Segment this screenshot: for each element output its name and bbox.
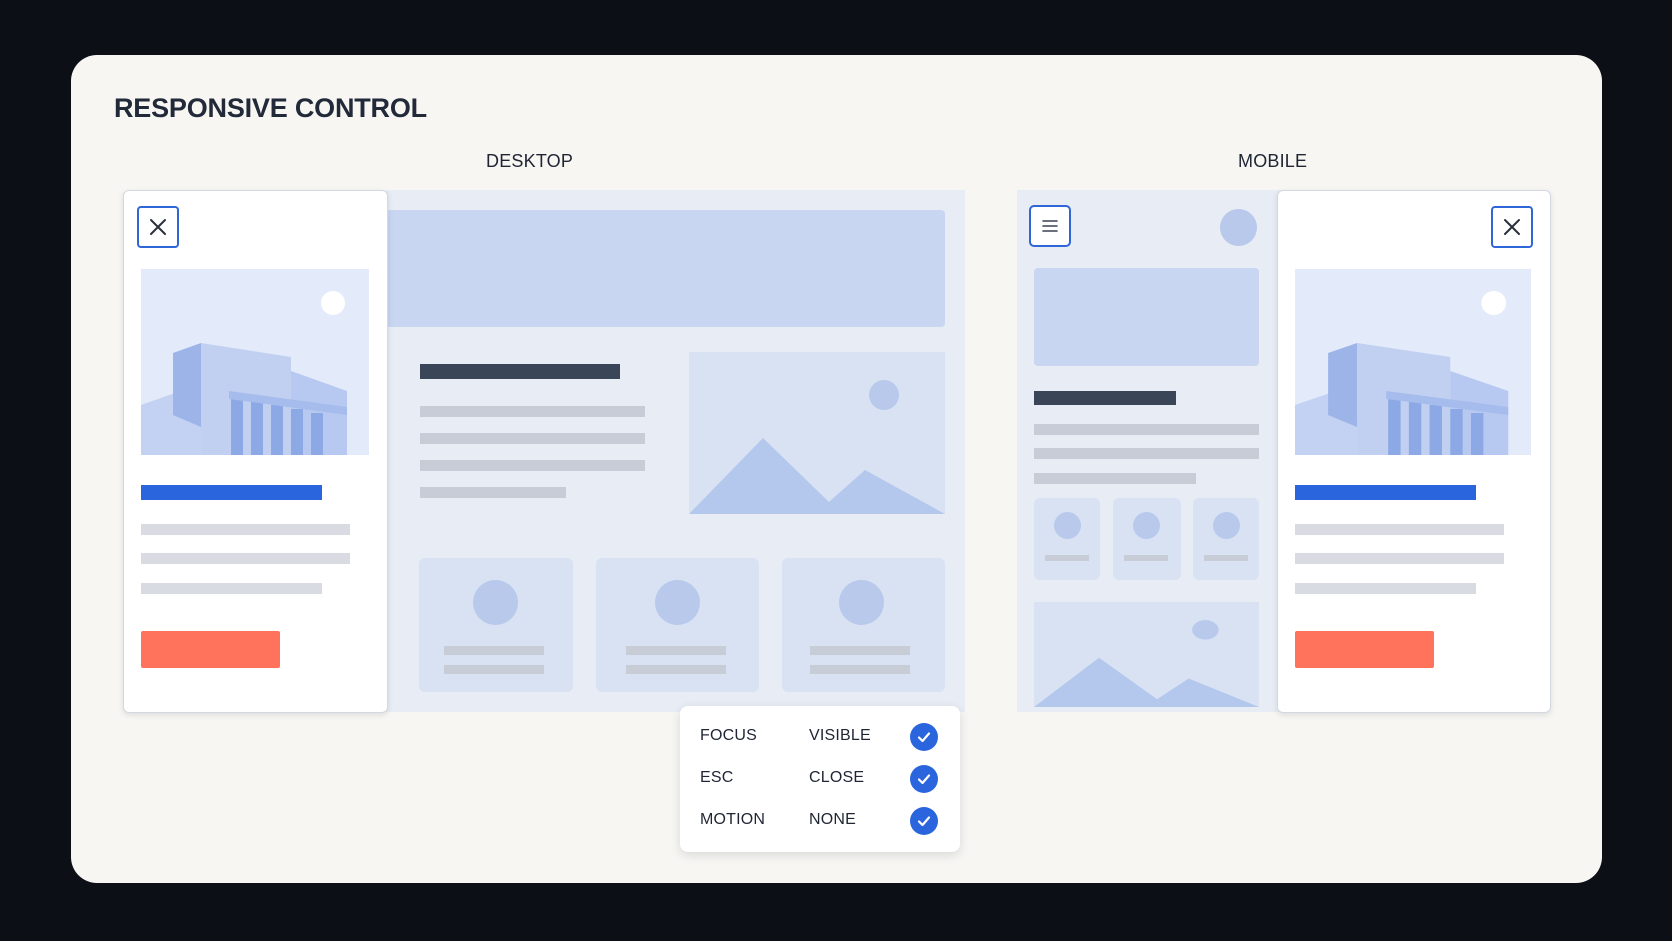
setting-check-esc[interactable] bbox=[910, 765, 938, 793]
desktop-feature-card bbox=[596, 558, 759, 692]
drawer-text-line bbox=[141, 524, 350, 535]
feature-text-line bbox=[626, 665, 726, 674]
drawer-text-line bbox=[1295, 583, 1476, 594]
canvas-card: RESPONSIVE CONTROL DESKTOP MOBILE FOCUS … bbox=[71, 55, 1602, 883]
feature-text-line bbox=[1124, 555, 1168, 561]
feature-text-line bbox=[1204, 555, 1248, 561]
feature-avatar-icon bbox=[1213, 512, 1240, 539]
mobile-image-icon bbox=[1034, 602, 1259, 707]
page-title: RESPONSIVE CONTROL bbox=[114, 93, 427, 123]
drawer-cta-button[interactable] bbox=[141, 631, 280, 668]
desktop-text-line bbox=[420, 406, 645, 417]
desktop-image-icon bbox=[689, 352, 945, 514]
feature-text-line bbox=[810, 665, 910, 674]
mobile-menu-button[interactable] bbox=[1029, 205, 1071, 247]
close-icon bbox=[150, 219, 166, 235]
close-icon bbox=[1504, 219, 1520, 235]
feature-text-line bbox=[444, 665, 544, 674]
desktop-feature-card bbox=[419, 558, 573, 692]
check-icon bbox=[917, 774, 931, 785]
setting-key-focus: FOCUS bbox=[700, 727, 757, 744]
drawer-text-line bbox=[1295, 553, 1504, 564]
setting-value-esc: CLOSE bbox=[809, 769, 865, 786]
mobile-avatar-icon bbox=[1220, 209, 1257, 246]
drawer-cta-button[interactable] bbox=[1295, 631, 1434, 668]
mobile-page bbox=[1017, 190, 1287, 712]
settings-panel: FOCUS VISIBLE ESC CLOSE MOTION NONE bbox=[680, 706, 960, 852]
mobile-label: MOBILE bbox=[1238, 151, 1308, 171]
mobile-text-line bbox=[1034, 424, 1259, 435]
setting-check-focus[interactable] bbox=[910, 723, 938, 751]
desktop-hero-banner bbox=[386, 210, 945, 327]
building-illustration bbox=[1295, 269, 1531, 455]
desktop-text-line bbox=[420, 487, 566, 498]
menu-icon bbox=[1042, 220, 1058, 232]
feature-avatar-icon bbox=[1054, 512, 1081, 539]
feature-avatar-icon bbox=[1133, 512, 1160, 539]
desktop-drawer bbox=[123, 190, 388, 713]
drawer-text-line bbox=[141, 583, 322, 594]
feature-text-line bbox=[1045, 555, 1089, 561]
mobile-feature-card bbox=[1193, 498, 1259, 580]
drawer-text-line bbox=[1295, 524, 1504, 535]
setting-key-motion: MOTION bbox=[700, 811, 766, 828]
desktop-heading-bar bbox=[420, 364, 620, 379]
mobile-text-line bbox=[1034, 473, 1196, 484]
feature-text-line bbox=[626, 646, 726, 655]
drawer-heading-bar bbox=[1295, 485, 1476, 500]
setting-key-esc: ESC bbox=[700, 769, 734, 786]
desktop-page bbox=[386, 190, 965, 712]
drawer-heading-bar bbox=[141, 485, 322, 500]
feature-avatar-icon bbox=[473, 580, 518, 625]
mobile-text-line bbox=[1034, 448, 1259, 459]
check-icon bbox=[917, 816, 931, 827]
mobile-feature-card bbox=[1113, 498, 1181, 580]
mobile-drawer bbox=[1277, 190, 1551, 713]
mobile-close-button[interactable] bbox=[1491, 206, 1533, 248]
desktop-feature-card bbox=[782, 558, 945, 692]
check-icon bbox=[917, 732, 931, 743]
mobile-hero-banner bbox=[1034, 268, 1259, 366]
setting-value-motion: NONE bbox=[809, 811, 857, 828]
setting-check-motion[interactable] bbox=[910, 807, 938, 835]
setting-value-focus: VISIBLE bbox=[809, 727, 871, 744]
desktop-text-line bbox=[420, 460, 645, 471]
mobile-feature-card bbox=[1034, 498, 1100, 580]
feature-avatar-icon bbox=[655, 580, 700, 625]
feature-text-line bbox=[810, 646, 910, 655]
feature-text-line bbox=[444, 646, 544, 655]
building-illustration bbox=[141, 269, 369, 455]
mobile-heading-bar bbox=[1034, 391, 1176, 405]
desktop-label: DESKTOP bbox=[486, 151, 574, 171]
desktop-text-line bbox=[420, 433, 645, 444]
desktop-close-button[interactable] bbox=[137, 206, 179, 248]
feature-avatar-icon bbox=[839, 580, 884, 625]
drawer-text-line bbox=[141, 553, 350, 564]
